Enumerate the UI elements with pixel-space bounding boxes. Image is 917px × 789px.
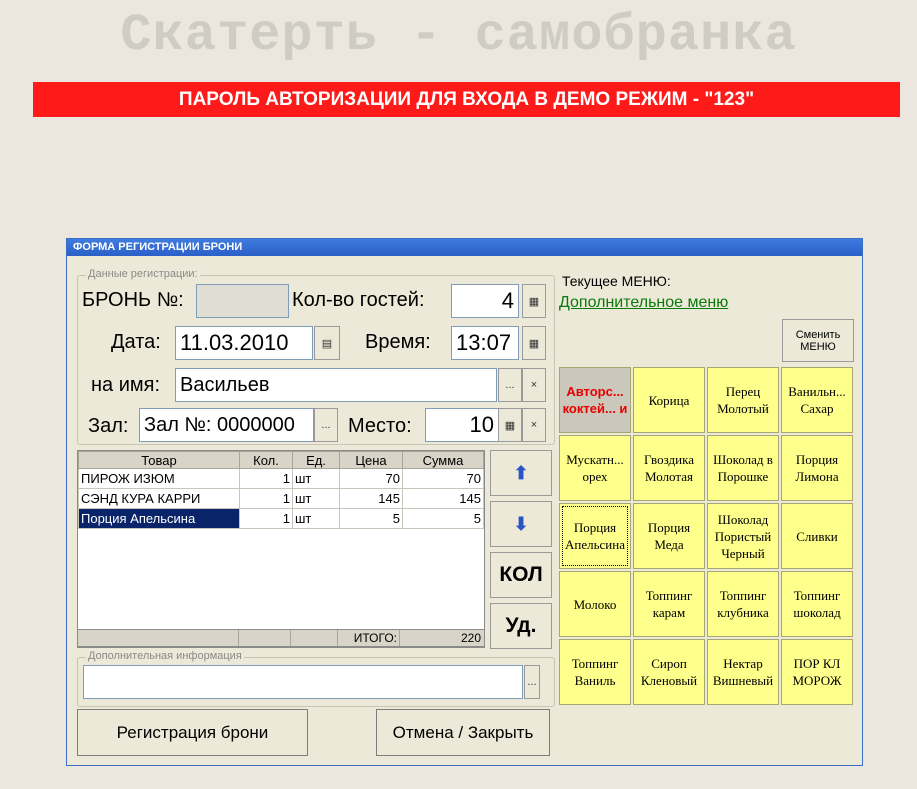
menu-item-tile[interactable]: Сливки [781,503,853,569]
cell-sum: 5 [402,508,484,529]
guest-name-label: на имя: [91,374,161,396]
register-booking-button[interactable]: Регистрация брони [77,709,308,756]
cell-qty: 1 [239,468,293,489]
column-header-price[interactable]: Цена [339,451,403,469]
move-up-button[interactable]: ⬆ [490,450,552,496]
calculator-icon: ▦ [504,419,516,432]
cell-unit: шт [292,508,340,529]
booking-registration-dialog: ФОРМА РЕГИСТРАЦИИ БРОНИ Данные регистрац… [66,238,863,766]
total-value: 220 [460,631,481,645]
cell-price: 145 [339,488,403,509]
demo-password-banner: ПАРОЛЬ АВТОРИЗАЦИИ ДЛЯ ВХОДА В ДЕМО РЕЖИ… [33,82,900,117]
menu-item-tile[interactable]: Порция Апельсина [559,503,631,569]
current-menu-label: Текущее МЕНЮ: [562,273,671,289]
delete-item-button[interactable]: Уд. [490,603,552,649]
menu-item-tile[interactable]: Мускатн... орех [559,435,631,501]
table-row[interactable]: ПИРОЖ ИЗЮМ 1 шт 70 70 [78,468,484,489]
cell-sum: 145 [402,488,484,509]
menu-items-grid: Авторс... коктей... и Корица Перец Молот… [559,367,855,705]
menu-item-tile[interactable]: Сироп Кленовый [633,639,705,705]
booking-number-field[interactable] [196,284,289,318]
column-header-qty[interactable]: Кол. [239,451,293,469]
guest-name-clear-button[interactable]: × [522,368,546,402]
menu-item-tile[interactable]: ПОР КЛ МОРОЖ [781,639,853,705]
guest-name-browse-button[interactable]: ... [498,368,522,402]
time-calculator-button[interactable]: ▦ [522,326,546,360]
ellipsis-icon: ... [321,419,331,431]
menu-item-tile[interactable]: Корица [633,367,705,433]
place-field[interactable]: 10 [425,408,499,442]
column-header-unit[interactable]: Ед. [292,451,340,469]
guests-label: Кол-во гостей: [292,289,425,311]
change-menu-button[interactable]: Сменить МЕНЮ [782,319,854,362]
hall-field[interactable]: Зал №: 0000000 [139,408,314,442]
hall-browse-button[interactable]: ... [314,408,338,442]
place-label: Место: [348,415,412,437]
ellipsis-icon: ... [527,676,537,688]
menu-item-tile[interactable]: Гвоздика Молотая [633,435,705,501]
cell-item: ПИРОЖ ИЗЮМ [78,468,240,489]
cell-unit: шт [292,488,340,509]
cell-item: Порция Апельсина [78,508,240,529]
registration-group-legend: Данные регистрации: [86,268,200,280]
menu-item-tile[interactable]: Порция Меда [633,503,705,569]
additional-info-browse-button[interactable]: ... [524,665,540,699]
quantity-button[interactable]: КОЛ [490,552,552,598]
menu-item-tile[interactable]: Нектар Вишневый [707,639,779,705]
app-title: Скатерть - самобранка [120,6,797,65]
time-field[interactable]: 13:07 [451,326,519,360]
calendar-icon: ▤ [321,337,333,350]
menu-item-tile[interactable]: Авторс... коктей... и [559,367,631,433]
table-row[interactable]: СЭНД КУРА КАРРИ 1 шт 145 145 [78,488,484,509]
menu-item-tile[interactable]: Шоколад в Порошке [707,435,779,501]
cell-qty: 1 [239,488,293,509]
arrow-up-icon: ⬆ [513,462,529,483]
cell-price: 70 [339,468,403,489]
close-icon: × [530,419,538,431]
menu-item-tile[interactable]: Порция Лимона [781,435,853,501]
menu-item-tile[interactable]: Молоко [559,571,631,637]
cell-item: СЭНД КУРА КАРРИ [78,488,240,509]
menu-item-tile[interactable]: Топпинг карам [633,571,705,637]
cell-unit: шт [292,468,340,489]
order-items-grid[interactable]: Товар Кол. Ед. Цена Сумма ПИРОЖ ИЗЮМ 1 ш… [77,450,485,648]
current-menu-link[interactable]: Дополнительное меню [559,294,728,312]
date-calendar-button[interactable]: ▤ [314,326,340,360]
place-clear-button[interactable]: × [522,408,546,442]
column-header-sum[interactable]: Сумма [402,451,484,469]
cell-sum: 70 [402,468,484,489]
menu-item-tile[interactable]: Топпинг Ваниль [559,639,631,705]
date-label: Дата: [111,331,161,353]
column-header-item[interactable]: Товар [78,451,240,469]
total-label: ИТОГО: [338,630,400,646]
calculator-icon: ▦ [528,337,540,350]
cancel-close-button[interactable]: Отмена / Закрыть [376,709,550,756]
menu-item-tile[interactable]: Топпинг клубника [707,571,779,637]
move-down-button[interactable]: ⬇ [490,501,552,547]
menu-item-tile[interactable]: Топпинг шоколад [781,571,853,637]
guests-field[interactable]: 4 [451,284,519,318]
date-field[interactable]: 11.03.2010 [175,326,313,360]
booking-number-label: БРОНЬ №: [82,289,184,311]
guest-name-field[interactable]: Васильев [175,368,497,402]
menu-item-tile[interactable]: Шоколад Пористый Черный [707,503,779,569]
close-icon: × [530,379,538,391]
table-row-selected[interactable]: Порция Апельсина 1 шт 5 5 [78,508,484,529]
order-total-row: ИТОГО: 220 [77,629,485,647]
hall-label: Зал: [88,415,129,437]
place-calculator-button[interactable]: ▦ [498,408,522,442]
guests-calculator-button[interactable]: ▦ [522,284,546,318]
time-label: Время: [365,331,431,353]
additional-info-legend: Дополнительная информация [86,650,244,662]
cell-price: 5 [339,508,403,529]
calculator-icon: ▦ [528,295,540,308]
ellipsis-icon: ... [505,379,515,391]
menu-item-tile[interactable]: Ванильн... Сахар [781,367,853,433]
dialog-title: ФОРМА РЕГИСТРАЦИИ БРОНИ [67,239,862,256]
cell-qty: 1 [239,508,293,529]
menu-item-tile[interactable]: Перец Молотый [707,367,779,433]
additional-info-field[interactable] [83,665,523,699]
arrow-down-icon: ⬇ [513,513,529,534]
